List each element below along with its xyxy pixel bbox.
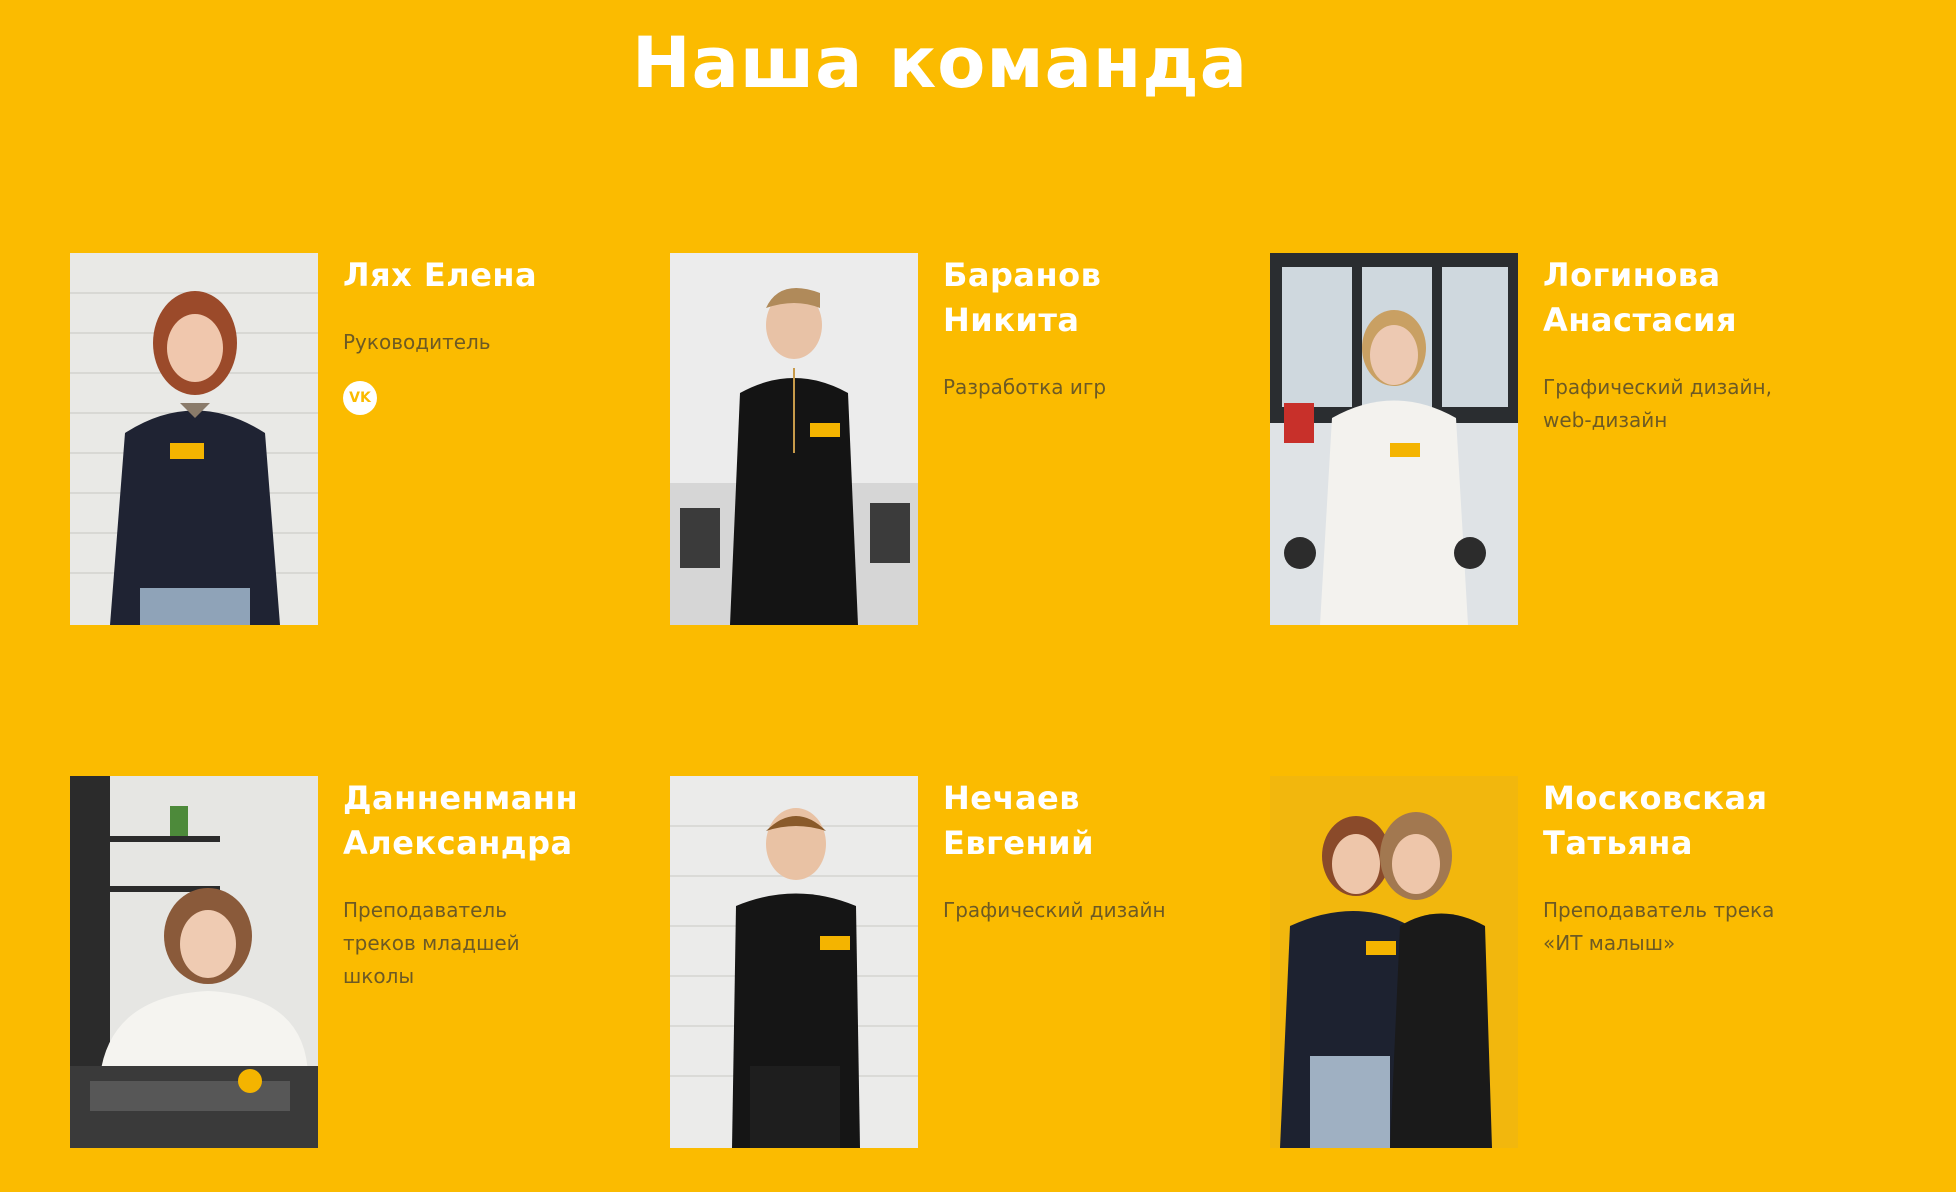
team-member-photo — [1270, 253, 1518, 625]
team-member-name: Баранов Никита — [943, 256, 1102, 339]
team-member-role: Преподаватель трека «ИТ малыш» — [1543, 898, 1775, 955]
team-member-role: Разработка игр — [943, 375, 1107, 399]
team-member-photo — [1270, 776, 1518, 1148]
team-member-role: Графический дизайн, web-дизайн — [1543, 375, 1772, 432]
team-member-name: Данненманн Александра — [343, 779, 579, 862]
team-member-role: Преподаватель треков младшей школы — [343, 898, 520, 988]
team-member-card: Нечаев Евгений Графический дизайн — [670, 776, 1230, 1148]
team-member-name: Логинова Анастасия — [1543, 256, 1738, 339]
section-title: Наша команда — [632, 22, 1248, 104]
team-member-photo — [70, 776, 318, 1148]
team-member-role: Руководитель — [343, 330, 491, 354]
team-member-card: Данненманн Александра Преподаватель треков… — [70, 776, 630, 1148]
team-member-photo — [670, 776, 918, 1148]
team-member-card: Лях Елена Руководитель VK — [70, 253, 630, 625]
team-member-photo — [670, 253, 918, 625]
team-member-card: Московская Татьяна Преподаватель трека «ИТ… — [1270, 776, 1830, 1148]
team-member-card: Баранов Никита Разработка игр — [670, 253, 1230, 625]
team-member-name: Лях Елена — [343, 256, 538, 294]
team-member-role: Графический дизайн — [943, 898, 1166, 922]
team-member-name: Нечаев Евгений — [943, 779, 1094, 862]
team-member-name: Московская Татьяна — [1543, 779, 1768, 862]
team-member-photo — [70, 253, 318, 625]
team-member-card: Логинова Анастасия Графический дизайн, web… — [1270, 253, 1830, 625]
vk-icon[interactable]: VK — [343, 381, 377, 415]
